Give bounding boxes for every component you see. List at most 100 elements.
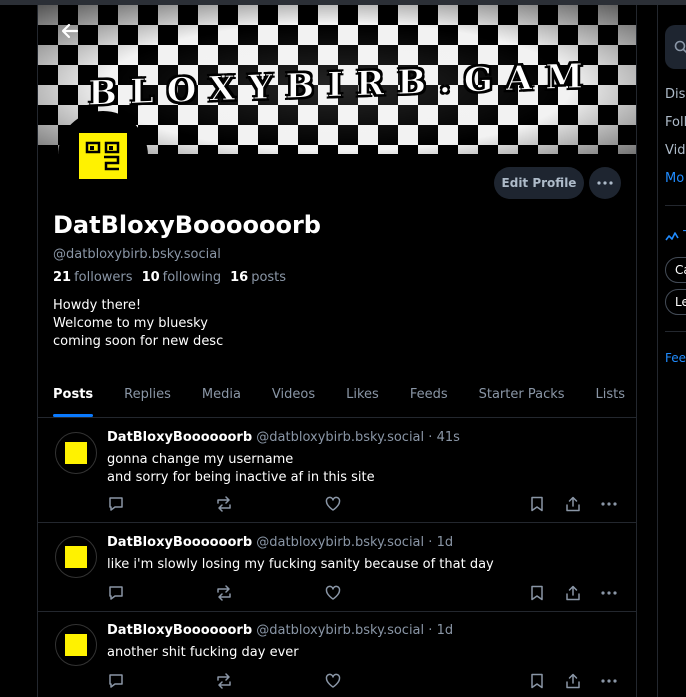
- post-text: another shit fucking day ever: [107, 644, 299, 662]
- sidebar-link-following[interactable]: Foll: [665, 115, 686, 130]
- posts-stat: 16 posts: [230, 270, 286, 285]
- bookmark-button[interactable]: [528, 672, 546, 690]
- heart-icon: [325, 496, 341, 511]
- edit-profile-button[interactable]: Edit Profile: [494, 167, 584, 199]
- ellipsis-icon: [597, 181, 613, 185]
- repost-button[interactable]: [215, 584, 233, 602]
- search-icon: [674, 40, 686, 54]
- tab-videos[interactable]: Videos: [272, 375, 315, 417]
- following-link[interactable]: 10 following: [142, 270, 222, 285]
- tab-likes[interactable]: Likes: [346, 375, 379, 417]
- tab-starter-packs[interactable]: Starter Packs: [479, 375, 565, 417]
- post-author-name[interactable]: DatBloxyBoooooorb: [107, 623, 252, 638]
- post-text-line: and sorry for being inactive af in this …: [107, 470, 375, 485]
- bookmark-button[interactable]: [528, 584, 546, 602]
- back-button[interactable]: [56, 17, 84, 45]
- reply-icon: [109, 497, 123, 511]
- reply-button[interactable]: [107, 672, 125, 690]
- tab-replies[interactable]: Replies: [124, 375, 171, 417]
- divider: [665, 331, 686, 332]
- post-more-button[interactable]: [600, 584, 618, 602]
- sidebar-link-discover[interactable]: Disc: [665, 87, 686, 102]
- post-separator: ·: [428, 535, 433, 550]
- post-author-handle[interactable]: @datbloxybirb.bsky.social: [256, 430, 424, 445]
- ellipsis-icon: [601, 679, 617, 683]
- tab-lists[interactable]: Lists: [596, 375, 626, 417]
- following-label: following: [162, 270, 222, 285]
- sidebar-link-more[interactable]: Mo: [665, 171, 684, 186]
- post-timestamp[interactable]: 1d: [437, 623, 454, 638]
- repost-button[interactable]: [215, 495, 233, 513]
- like-button[interactable]: [324, 584, 342, 602]
- post-separator: ·: [428, 623, 433, 638]
- profile-column: BLOXYBIRB.GAM Edit Profile DatBloxyBoooo…: [37, 5, 637, 697]
- search-input[interactable]: [665, 25, 686, 69]
- tab-media[interactable]: Media: [202, 375, 241, 417]
- ellipsis-icon: [601, 591, 617, 595]
- post-text-line: another shit fucking day ever: [107, 645, 299, 660]
- post-author-handle[interactable]: @datbloxybirb.bsky.social: [256, 535, 424, 550]
- post-author-name[interactable]: DatBloxyBoooooorb: [107, 535, 252, 550]
- heart-icon: [325, 585, 341, 600]
- bookmark-icon: [531, 673, 543, 689]
- reply-icon: [109, 674, 123, 688]
- post-text: gonna change my username and sorry for b…: [107, 451, 375, 487]
- sidebar-link-video[interactable]: Vid: [665, 143, 685, 158]
- post-timestamp[interactable]: 1d: [437, 535, 454, 550]
- followers-label: followers: [74, 270, 133, 285]
- like-button[interactable]: [324, 672, 342, 690]
- post-actions: [107, 584, 622, 604]
- profile-avatar[interactable]: [58, 111, 148, 201]
- profile-handle: @datbloxybirb.bsky.social: [53, 247, 221, 262]
- avatar[interactable]: [55, 624, 97, 666]
- avatar[interactable]: [55, 432, 97, 474]
- profile-more-button[interactable]: [589, 167, 621, 199]
- bio-line: coming soon for new desc: [53, 334, 224, 349]
- ellipsis-icon: [601, 502, 617, 506]
- post-timestamp[interactable]: 41s: [437, 430, 460, 445]
- post-item[interactable]: DatBloxyBoooooorb @datbloxybirb.bsky.soc…: [38, 612, 636, 697]
- post-item[interactable]: DatBloxyBoooooorb @datbloxybirb.bsky.soc…: [38, 419, 636, 523]
- bookmark-button[interactable]: [528, 495, 546, 513]
- tab-feeds[interactable]: Feeds: [410, 375, 448, 417]
- share-button[interactable]: [564, 495, 582, 513]
- profile-tabs: Posts Replies Media Videos Likes Feeds S…: [38, 375, 636, 418]
- reply-button[interactable]: [107, 495, 125, 513]
- profile-stats: 21 followers 10 following 16 posts: [53, 270, 286, 285]
- post-more-button[interactable]: [600, 672, 618, 690]
- avatar-logo: [65, 442, 87, 464]
- posts-count: 16: [230, 270, 249, 285]
- feedback-link[interactable]: Feed: [665, 351, 686, 365]
- like-button[interactable]: [324, 495, 342, 513]
- trending-chip[interactable]: Ca: [665, 257, 686, 283]
- repost-button[interactable]: [215, 672, 233, 690]
- post-author-name[interactable]: DatBloxyBoooooorb: [107, 430, 252, 445]
- share-icon: [566, 673, 580, 689]
- profile-bio: Howdy there! Welcome to my bluesky comin…: [53, 297, 223, 351]
- trending-header: T: [665, 229, 686, 244]
- reply-button[interactable]: [107, 584, 125, 602]
- post-author-handle[interactable]: @datbloxybirb.bsky.social: [256, 623, 424, 638]
- tab-posts[interactable]: Posts: [53, 375, 94, 417]
- bookmark-icon: [531, 496, 543, 512]
- share-button[interactable]: [564, 672, 582, 690]
- post-item[interactable]: DatBloxyBoooooorb @datbloxybirb.bsky.soc…: [38, 524, 636, 612]
- bio-line: Welcome to my bluesky: [53, 316, 208, 331]
- post-more-button[interactable]: [600, 495, 618, 513]
- post-separator: ·: [428, 430, 433, 445]
- avatar-logo: [65, 546, 87, 568]
- share-button[interactable]: [564, 584, 582, 602]
- bookmark-icon: [531, 585, 543, 601]
- share-icon: [566, 585, 580, 601]
- avatar-logo: [65, 634, 87, 656]
- trending-chip[interactable]: Le: [665, 289, 686, 315]
- share-icon: [566, 496, 580, 512]
- post-text-line: gonna change my username: [107, 452, 294, 467]
- right-sidebar: Disc Foll Vid Mo T Ca Le Feed: [657, 5, 686, 697]
- post-actions: [107, 495, 622, 515]
- avatar[interactable]: [55, 536, 97, 578]
- post-meta: DatBloxyBoooooorb @datbloxybirb.bsky.soc…: [107, 430, 460, 445]
- followers-link[interactable]: 21 followers: [53, 270, 133, 285]
- post-meta: DatBloxyBoooooorb @datbloxybirb.bsky.soc…: [107, 535, 453, 550]
- repost-icon: [217, 585, 231, 601]
